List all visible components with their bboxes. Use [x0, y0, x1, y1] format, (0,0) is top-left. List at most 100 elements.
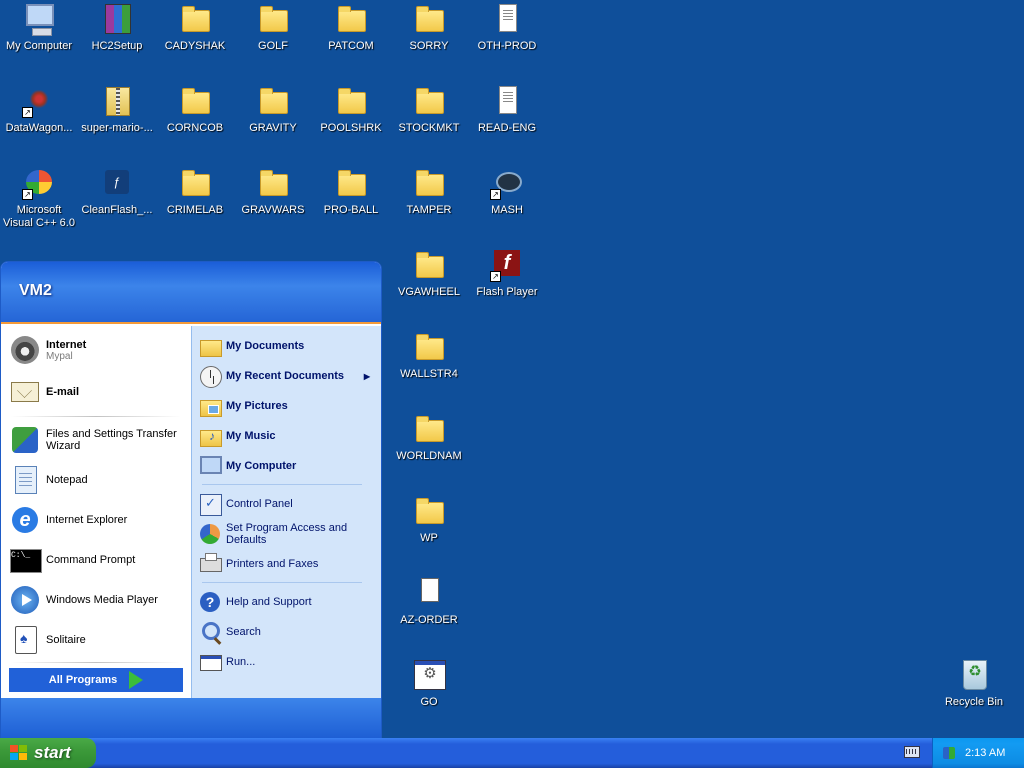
shortcut-arrow-icon: ↗: [490, 189, 501, 200]
program-media-player[interactable]: Windows Media Player: [9, 584, 191, 616]
desktop-icon-gravwars[interactable]: GRAVWARS: [234, 166, 312, 217]
item-printers-faxes[interactable]: Printers and Faxes: [198, 552, 376, 576]
desktop-icon-crimelab[interactable]: CRIMELAB: [156, 166, 234, 217]
desktop-icon-sorry[interactable]: SORRY: [390, 2, 468, 53]
desktop-icon-cadyshak[interactable]: CADYSHAK: [156, 2, 234, 53]
my-music-icon: [200, 429, 222, 447]
desktop-icon-label: WORLDNAM: [396, 450, 462, 462]
place-label: My Documents: [226, 340, 305, 352]
program-label: Files and Settings Transfer Wizard: [46, 428, 177, 452]
item-label: Set Program Access and Defaults: [226, 522, 348, 546]
item-program-access[interactable]: Set Program Access and Defaults: [198, 522, 376, 546]
desktop-icon-label: GRAVWARS: [241, 204, 305, 216]
email-icon: [11, 382, 39, 402]
pinned-email[interactable]: E-mail: [9, 376, 191, 408]
desktop-icon-my-computer[interactable]: My Computer: [0, 2, 78, 53]
all-programs-button[interactable]: All Programs: [9, 668, 183, 692]
desktop-icon-flash-player[interactable]: f ↗ Flash Player: [468, 248, 546, 299]
program-label: Solitaire: [46, 634, 86, 646]
desktop-icon-label: VGAWHEEL: [398, 286, 460, 298]
desktop-icon-oth-prod[interactable]: OTH-PROD: [468, 2, 546, 53]
place-my-documents[interactable]: My Documents: [198, 334, 376, 358]
folder-icon: [416, 88, 444, 114]
desktop-icon-corncob[interactable]: CORNCOB: [156, 84, 234, 135]
control-panel-icon: [200, 494, 222, 516]
folder-icon: [416, 334, 444, 360]
desktop-icon-label: STOCKMKT: [398, 122, 460, 134]
recycle-bin-icon: [963, 660, 987, 690]
program-label: Command Prompt: [46, 554, 136, 566]
place-my-music[interactable]: My Music: [198, 424, 376, 448]
desktop-icon-tamper[interactable]: TAMPER: [390, 166, 468, 217]
desktop-icon-label: Recycle Bin: [944, 696, 1004, 708]
desktop-icon-label: MASH: [491, 204, 523, 216]
desktop-icon-golf[interactable]: GOLF: [234, 2, 312, 53]
desktop-icon-cleanflash[interactable]: ƒ CleanFlash_...: [78, 166, 156, 217]
desktop-icon-wallstr4[interactable]: WALLSTR4: [390, 330, 468, 381]
start-menu: VM2 Internet Mypal E-mail Files and Sett…: [0, 261, 382, 740]
desktop-icon-go[interactable]: GO: [390, 658, 468, 709]
desktop-icon-stockmkt[interactable]: STOCKMKT: [390, 84, 468, 135]
clock[interactable]: 2:13 AM: [965, 747, 1005, 759]
desktop-icon-label: AZ-ORDER: [400, 614, 458, 626]
desktop-icon-patcom[interactable]: PATCOM: [312, 2, 390, 53]
desktop-icon-recycle-bin[interactable]: Recycle Bin: [935, 658, 1013, 709]
cleanflash-icon: ƒ: [105, 170, 129, 194]
recent-documents-icon: [200, 366, 222, 388]
keyboard-icon[interactable]: [904, 746, 920, 758]
start-menu-right-pane: My Documents My Recent Documents ▶ My Pi…: [191, 326, 381, 698]
folder-icon: [338, 170, 366, 196]
shortcut-arrow-icon: ↗: [22, 189, 33, 200]
pinned-internet[interactable]: Internet Mypal: [9, 334, 191, 366]
desktop-icon-vgawheel[interactable]: VGAWHEEL: [390, 248, 468, 299]
desktop-icon-wp[interactable]: WP: [390, 494, 468, 545]
item-control-panel[interactable]: Control Panel: [198, 492, 376, 516]
desktop-icon-gravity[interactable]: GRAVITY: [234, 84, 312, 135]
submenu-arrow-icon: ▶: [363, 371, 370, 381]
item-label: Printers and Faxes: [226, 558, 319, 570]
mypal-browser-icon: [11, 336, 39, 364]
item-run[interactable]: Run...: [198, 650, 376, 674]
program-internet-explorer[interactable]: e Internet Explorer: [9, 504, 191, 536]
desktop-icon-label: PATCOM: [328, 40, 374, 52]
start-menu-footer: [1, 698, 381, 739]
start-button[interactable]: start: [0, 738, 96, 768]
desktop-icon-super-mario[interactable]: super-mario-...: [78, 84, 156, 135]
desktop-icon-poolshrk[interactable]: POOLSHRK: [312, 84, 390, 135]
start-menu-left-pane: Internet Mypal E-mail Files and Settings…: [1, 326, 191, 698]
folder-icon: [416, 416, 444, 442]
command-prompt-icon: C:\_: [10, 549, 42, 573]
program-command-prompt[interactable]: C:\_ Command Prompt: [9, 544, 191, 576]
desktop-icon-label: PRO-BALL: [323, 204, 379, 216]
item-search[interactable]: Search: [198, 620, 376, 644]
item-help-support[interactable]: ? Help and Support: [198, 590, 376, 614]
my-computer-icon: [200, 456, 222, 474]
desktop-icon-label: SORRY: [409, 40, 449, 52]
printer-icon: [200, 553, 222, 572]
desktop-icon-worldnam[interactable]: WORLDNAM: [390, 412, 468, 463]
desktop-icon-az-order[interactable]: AZ-ORDER: [390, 576, 468, 627]
network-tray-icon[interactable]: [941, 745, 957, 761]
desktop-icon-datawagon[interactable]: ↗ DataWagon...: [0, 84, 78, 135]
folder-icon: [182, 88, 210, 114]
program-transfer-wizard[interactable]: Files and Settings Transfer Wizard: [9, 424, 191, 456]
folder-icon: [182, 170, 210, 196]
folder-icon: [182, 6, 210, 32]
desktop-icon-visual-cpp[interactable]: ↗ Microsoft Visual C++ 6.0: [0, 166, 78, 230]
place-label: My Pictures: [226, 400, 288, 412]
folder-icon: [416, 498, 444, 524]
program-notepad[interactable]: Notepad: [9, 464, 191, 496]
desktop-icon-label: WALLSTR4: [400, 368, 458, 380]
place-my-recent-documents[interactable]: My Recent Documents ▶: [198, 364, 376, 388]
program-solitaire[interactable]: Solitaire: [9, 624, 191, 656]
desktop-icon-read-eng[interactable]: READ-ENG: [468, 84, 546, 135]
desktop-icon-mash[interactable]: ↗ MASH: [468, 166, 546, 217]
desktop-icon-label: CleanFlash_...: [81, 204, 153, 216]
place-my-computer[interactable]: My Computer: [198, 454, 376, 478]
text-document-icon: [499, 4, 517, 32]
internet-explorer-icon: e: [12, 507, 38, 533]
place-my-pictures[interactable]: My Pictures: [198, 394, 376, 418]
desktop-icon-hc2setup[interactable]: HC2Setup: [78, 2, 156, 53]
help-icon: ?: [200, 592, 220, 612]
desktop-icon-pro-ball[interactable]: PRO-BALL: [312, 166, 390, 217]
